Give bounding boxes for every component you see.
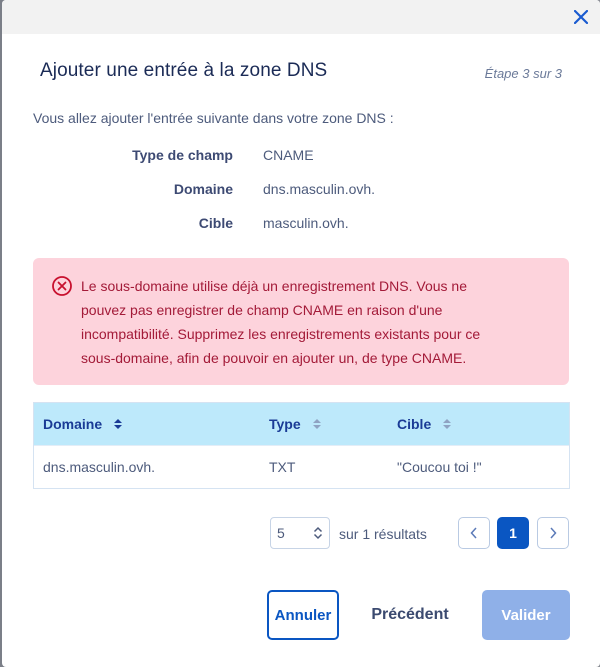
previous-step-button[interactable]: Précédent	[352, 590, 468, 640]
step-indicator: Étape 3 sur 3	[484, 66, 562, 81]
alert-line: Le sous-domaine utilise déjà un enregist…	[81, 278, 467, 294]
column-header-domain[interactable]: Domaine	[43, 403, 123, 445]
summary-value: dns.masculin.ovh.	[263, 181, 376, 197]
alert-line: incompatibilité. Supprimez les enregistr…	[81, 326, 481, 342]
error-alert: Le sous-domaine utilise déjà un enregist…	[33, 258, 569, 385]
chevron-right-icon	[550, 527, 557, 539]
summary-key: Type de champ	[132, 147, 233, 163]
table-header: Domaine Type Cible	[34, 403, 569, 445]
next-page-button[interactable]	[537, 517, 569, 549]
page-size-select[interactable]: 5	[270, 517, 330, 549]
column-header-type[interactable]: Type	[269, 403, 321, 445]
chevron-left-icon	[470, 527, 477, 539]
summary-key: Cible	[198, 215, 233, 231]
existing-records-table: Domaine Type Cible dns.masculin.ovh. TXT…	[33, 402, 570, 489]
cell-domain: dns.masculin.ovh.	[43, 459, 156, 475]
summary-key: Domaine	[173, 181, 233, 197]
previous-page-button[interactable]	[458, 517, 490, 549]
sort-icon	[443, 419, 452, 429]
page-button-current[interactable]: 1	[497, 517, 529, 549]
close-icon	[574, 10, 588, 24]
page-size-value: 5	[277, 525, 285, 541]
table-row: dns.masculin.ovh. TXT "Coucou toi !"	[34, 445, 569, 488]
cancel-button[interactable]: Annuler	[267, 590, 339, 640]
modal-title: Ajouter une entrée à la zone DNS	[40, 60, 328, 81]
add-dns-entry-modal: Ajouter une entrée à la zone DNS Étape 3…	[2, 0, 600, 667]
results-count: sur 1 résultats	[339, 526, 427, 542]
alert-line: sous-domaine, afin de pouvoir en ajouter…	[81, 350, 467, 366]
sort-icon	[312, 419, 321, 429]
modal-topbar	[2, 0, 600, 34]
cell-target: "Coucou toi !"	[397, 459, 482, 475]
cell-type: TXT	[269, 459, 296, 475]
error-circle-icon	[52, 276, 72, 296]
summary-value: masculin.ovh.	[263, 215, 349, 231]
validate-button[interactable]: Valider	[482, 590, 570, 640]
alert-line: pouvez pas enregistrer de champ CNAME en…	[81, 302, 443, 318]
sort-icon	[114, 419, 123, 429]
close-button[interactable]	[568, 4, 594, 30]
select-arrows-icon	[313, 526, 323, 540]
intro-text: Vous allez ajouter l'entrée suivante dan…	[33, 110, 394, 126]
column-header-target[interactable]: Cible	[397, 403, 452, 445]
summary-value: CNAME	[263, 147, 314, 163]
